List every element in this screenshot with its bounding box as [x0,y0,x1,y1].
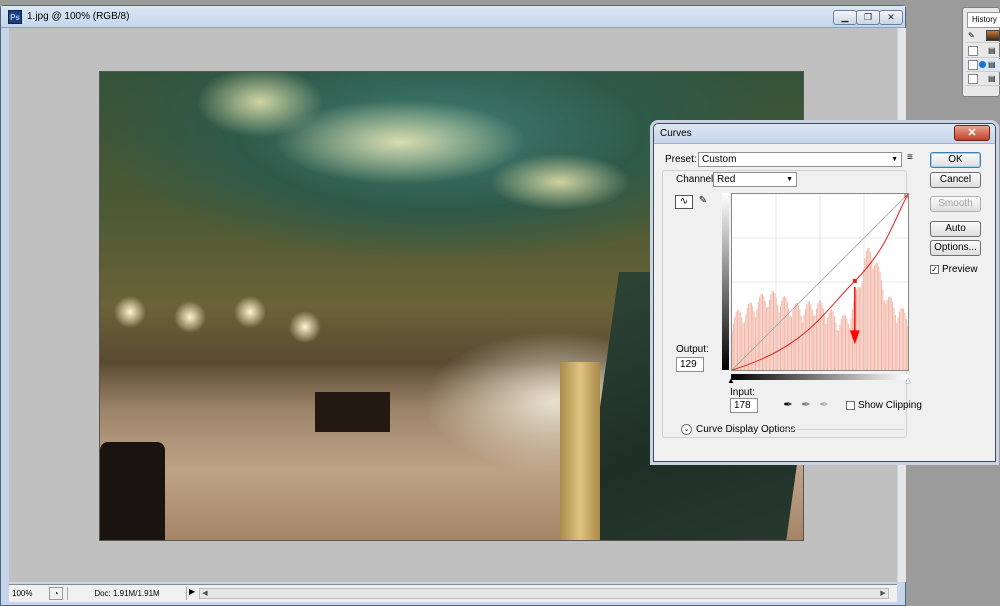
black-eyedropper-icon[interactable]: ✒ [781,398,795,412]
history-step-checkbox[interactable] [968,60,978,70]
curves-title: Curves [660,128,692,139]
document-info: Doc: 1.91M/1.91M [67,587,187,600]
curves-dialog: Curves ✕ Preset: Custom ▼ ≡ Channel: Red… [653,123,996,462]
show-clipping-label: Show Clipping [858,400,922,411]
pencil-tool-icon[interactable]: ✎ [696,195,710,209]
divider [784,429,904,430]
document-close-button[interactable]: ✕ [879,10,903,25]
history-step-checkbox[interactable] [968,74,978,84]
channel-label: Channel: [674,174,719,185]
history-step-row-active[interactable]: ▤ [966,59,1000,72]
history-step-checkbox[interactable] [968,46,978,56]
preset-select[interactable]: Custom ▼ [698,152,902,167]
channel-value: Red [717,174,736,185]
options-button[interactable]: Options... [930,240,981,256]
curve-display-options-label[interactable]: Curve Display Options [696,424,795,435]
snapshot-brush-icon: ✎ [968,31,975,40]
history-tab[interactable]: History [967,12,1000,28]
snapshot-thumbnail [986,30,1000,41]
preset-label: Preset: [665,154,697,165]
status-menu-arrow-icon[interactable]: ▶ [189,587,195,596]
history-step-row[interactable]: ▤ [966,45,1000,58]
status-bar: 100% ◔ Doc: 1.91M/1.91M ▶ ◀ ▶ [9,584,897,602]
curve-edit-tool-icon[interactable]: ∿ [675,195,693,209]
output-gradient-bar [722,193,729,370]
history-snapshot-row[interactable]: ✎ [966,30,1000,43]
input-gradient-bar [731,374,908,380]
history-step-row[interactable]: ▤ [966,73,1000,86]
photo-pillar [560,362,600,540]
chevron-down-icon: ▼ [786,176,793,183]
curves-titlebar[interactable]: Curves ✕ [654,124,995,144]
history-step-icon: ▤ [988,74,996,83]
output-label: Output: [676,344,709,355]
input-label: Input: [730,387,756,398]
zoom-field[interactable]: 100% [12,587,46,600]
curves-close-button[interactable]: ✕ [954,125,990,141]
preset-value: Custom [702,154,737,165]
preview-label: Preview [942,264,978,275]
output-field[interactable]: 129 [676,357,704,372]
curves-graph[interactable] [731,193,909,371]
white-eyedropper-icon[interactable]: ✒ [817,398,831,412]
history-state-marker-icon [979,61,986,68]
photo-table [315,392,390,432]
scroll-left-icon[interactable]: ◀ [200,589,210,598]
document-title: 1.jpg @ 100% (RGB/8) [27,11,130,22]
gray-eyedropper-icon[interactable]: ✒ [799,398,813,412]
document-titlebar[interactable]: Ps 1.jpg @ 100% (RGB/8) ▁ ❐ ✕ [1,6,905,28]
black-point-slider-icon[interactable]: ▲ [727,376,735,385]
horizontal-scrollbar[interactable]: ◀ ▶ [199,588,889,599]
curve-control-point[interactable] [852,278,857,283]
show-clipping-checkbox[interactable] [846,401,855,410]
photoshop-icon: Ps [8,10,22,24]
auto-button[interactable]: Auto [930,221,981,237]
restore-button[interactable]: ❐ [856,10,880,25]
minimize-button[interactable]: ▁ [833,10,857,25]
history-step-icon: ▤ [988,60,996,69]
smooth-button[interactable]: Smooth [930,196,981,212]
preview-checkbox[interactable]: ✓ [930,265,939,274]
history-step-icon: ▤ [988,46,996,55]
ok-button[interactable]: OK [930,152,981,168]
photo-chair [100,442,165,540]
white-point-slider-icon[interactable]: ▲ [904,376,912,385]
cancel-button[interactable]: Cancel [930,172,981,188]
scroll-right-icon[interactable]: ▶ [878,589,888,598]
channel-select[interactable]: Red ▼ [713,172,797,187]
history-panel: History ✎ ▤ ▤ ▤ [962,7,1000,97]
preset-options-icon[interactable]: ≡ [907,152,913,163]
chevron-down-icon: ▼ [891,156,898,163]
status-info-icon[interactable]: ◔ [49,587,63,600]
input-field[interactable]: 178 [730,398,758,413]
expand-chevron-icon[interactable]: ⌄ [681,424,692,435]
